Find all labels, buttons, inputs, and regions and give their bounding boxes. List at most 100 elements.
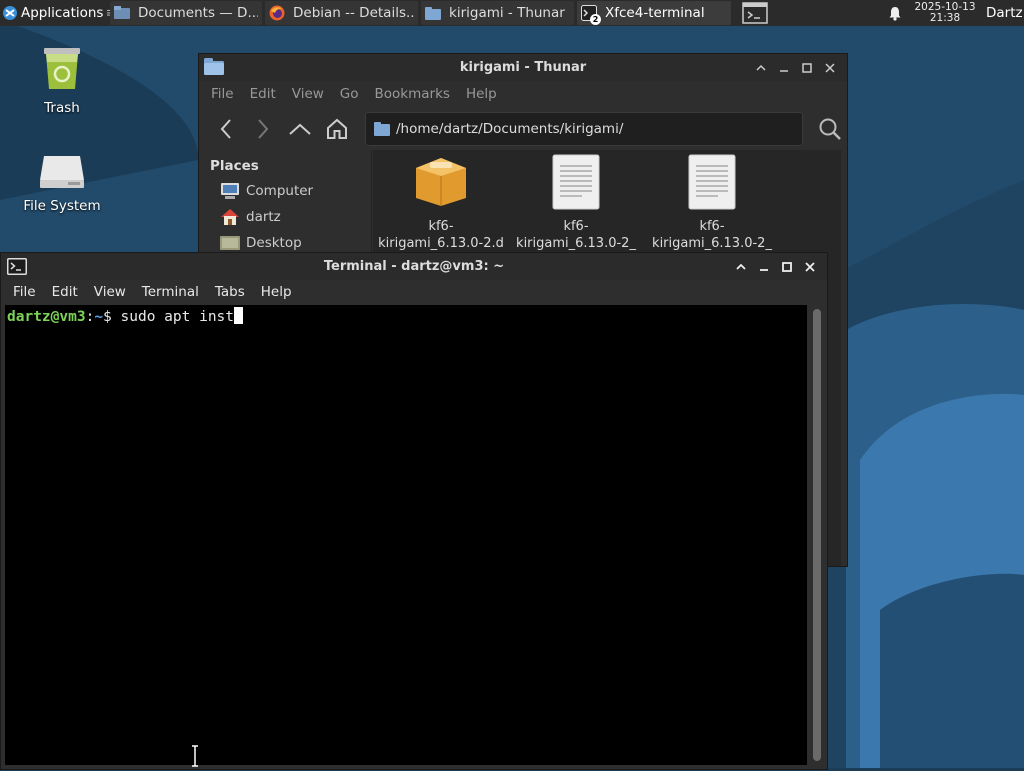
home-icon	[327, 118, 347, 139]
desktop-icon-label: File System	[23, 198, 101, 214]
minimize-button[interactable]	[772, 58, 795, 78]
sidebar-item-label: Desktop	[246, 235, 302, 251]
xfce-logo-icon	[2, 5, 18, 21]
file-name: kf6- kirigami_6.13.0-2_	[652, 219, 772, 251]
task-label: Debian -- Details...	[293, 5, 414, 21]
places-heading: Places	[210, 158, 259, 174]
terminal-window: Terminal - dartz@vm3: ~ File Edit View T…	[0, 252, 828, 770]
computer-icon	[220, 182, 240, 200]
menu-file[interactable]: File	[5, 284, 44, 300]
chevron-up-icon	[735, 263, 746, 270]
file-manager-icon	[114, 5, 130, 21]
bell-icon	[888, 6, 902, 21]
prompt-symbol: $	[103, 309, 112, 325]
drive-icon	[12, 150, 112, 194]
search-button[interactable]	[813, 112, 847, 146]
home-icon	[220, 208, 240, 226]
minimize-button[interactable]	[752, 257, 775, 277]
task-label: kirigami - Thunar	[449, 5, 565, 21]
forward-arrow-icon	[258, 119, 269, 139]
forward-button[interactable]	[246, 112, 280, 146]
menu-bookmarks[interactable]: Bookmarks	[367, 86, 458, 102]
file-item[interactable]: kf6- kirigami_6.13.0-2_	[512, 154, 640, 252]
desktop-icon-file-system[interactable]: File System	[12, 150, 112, 214]
search-icon	[819, 118, 841, 140]
shade-button[interactable]	[749, 58, 772, 78]
desktop-icon	[220, 234, 240, 252]
menu-file[interactable]: File	[203, 86, 242, 102]
close-button[interactable]	[798, 257, 821, 277]
prompt-path: ~	[94, 309, 104, 325]
back-arrow-icon	[220, 119, 231, 139]
package-icon	[377, 154, 505, 212]
maximize-icon	[801, 62, 812, 73]
command-text: sudo apt inst	[120, 309, 235, 325]
close-button[interactable]	[818, 58, 841, 78]
clock-time: 21:38	[929, 12, 961, 24]
task-label: Xfce4-terminal	[605, 5, 705, 21]
close-icon	[824, 62, 835, 73]
text-document-icon	[512, 154, 640, 212]
file-item[interactable]: kf6- kirigami_6.13.0-2.d	[377, 154, 505, 252]
desktop-icon-trash[interactable]: Trash	[12, 44, 112, 116]
window-count-badge: 2	[590, 14, 601, 25]
menu-help[interactable]: Help	[253, 284, 300, 300]
parent-folder-button[interactable]	[283, 112, 317, 146]
user-name: Dartz	[986, 5, 1023, 21]
task-kirigami-thunar[interactable]: kirigami - Thunar	[421, 1, 574, 25]
folder-icon	[425, 5, 441, 21]
folder-icon	[204, 58, 224, 75]
terminal-window-icon	[742, 2, 768, 24]
sidebar-item-dartz[interactable]: dartz	[199, 204, 371, 230]
home-button[interactable]	[320, 112, 354, 146]
applications-menu[interactable]: Applications ≡	[0, 0, 110, 26]
thunar-titlebar[interactable]: kirigami - Thunar	[199, 54, 847, 81]
close-icon	[804, 261, 815, 272]
desktop-icon-label: Trash	[44, 100, 80, 116]
terminal-output[interactable]: dartz@vm3:~$ sudo apt inst	[5, 305, 807, 767]
file-name: kf6- kirigami_6.13.0-2_	[516, 219, 636, 251]
ibeam-cursor-icon	[190, 745, 200, 771]
command-line: dartz@vm3:~$ sudo apt inst	[7, 307, 244, 325]
maximize-button[interactable]	[775, 257, 798, 277]
user-menu[interactable]: Dartz	[978, 0, 1024, 26]
firefox-icon	[269, 5, 285, 21]
menu-edit[interactable]: Edit	[44, 284, 86, 300]
menu-view[interactable]: View	[284, 86, 332, 102]
menu-go[interactable]: Go	[332, 86, 367, 102]
task-documents[interactable]: Documents — D...	[110, 1, 262, 25]
folder-icon	[374, 122, 390, 136]
menu-tabs[interactable]: Tabs	[207, 284, 253, 300]
prompt-separator: :	[85, 309, 95, 325]
location-bar[interactable]: /home/dartz/Documents/kirigami/	[365, 112, 803, 146]
back-button[interactable]	[209, 112, 243, 146]
maximize-button[interactable]	[795, 58, 818, 78]
location-path: /home/dartz/Documents/kirigami/	[396, 121, 624, 137]
show-desktop-button[interactable]	[734, 0, 776, 26]
chevron-up-icon	[755, 64, 766, 71]
file-item[interactable]: kf6- kirigami_6.13.0-2_	[648, 154, 776, 252]
menu-view[interactable]: View	[86, 284, 134, 300]
sidebar-item-computer[interactable]: Computer	[199, 178, 371, 204]
clock[interactable]: 2025-10-13 21:38	[912, 0, 978, 26]
top-panel: Applications ≡ Documents — D... Debian -…	[0, 0, 1024, 26]
menu-terminal[interactable]: Terminal	[134, 284, 207, 300]
trash-icon	[12, 44, 112, 96]
notifications-button[interactable]	[882, 0, 908, 26]
shade-button[interactable]	[729, 257, 752, 277]
menu-edit[interactable]: Edit	[242, 86, 284, 102]
terminal-titlebar[interactable]: Terminal - dartz@vm3: ~	[1, 253, 827, 280]
minimize-icon	[779, 69, 788, 72]
file-name: kf6- kirigami_6.13.0-2.d	[378, 219, 504, 251]
thunar-menubar: File Edit View Go Bookmarks Help	[199, 81, 847, 107]
window-title: Terminal - dartz@vm3: ~	[323, 259, 505, 274]
task-debian-firefox[interactable]: Debian -- Details...	[265, 1, 418, 25]
text-document-icon	[648, 154, 776, 212]
applications-label: Applications	[21, 5, 104, 21]
menu-help[interactable]: Help	[458, 86, 505, 102]
terminal-scrollbar[interactable]	[813, 309, 821, 761]
task-xfce4-terminal[interactable]: 2 Xfce4-terminal	[577, 1, 731, 25]
prompt-user: dartz@vm3	[7, 309, 86, 325]
text-cursor	[234, 307, 244, 324]
sidebar-item-label: dartz	[246, 209, 281, 225]
